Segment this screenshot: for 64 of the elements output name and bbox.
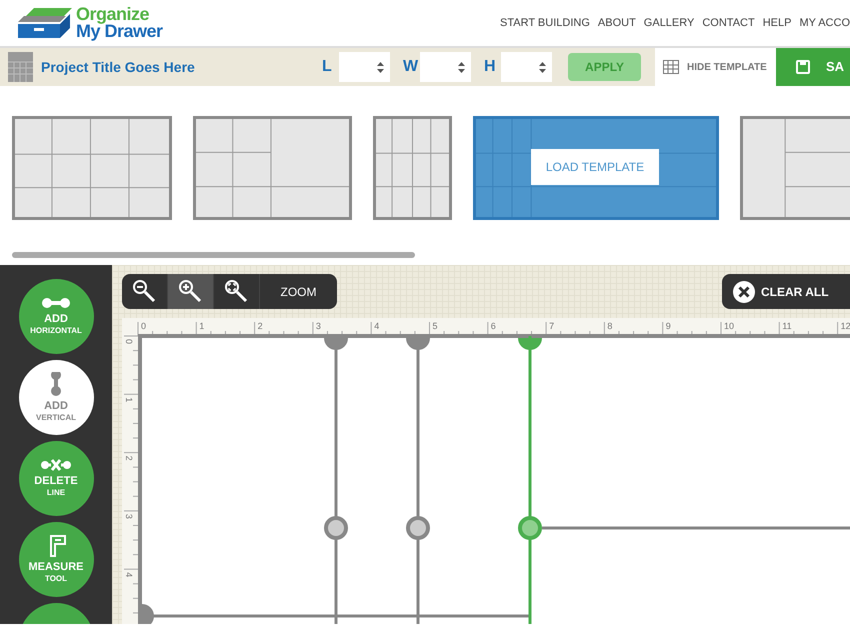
- dimension-label: L: [322, 57, 333, 77]
- template-thumbnail[interactable]: LOAD TEMPLATE: [473, 116, 719, 220]
- divider-line[interactable]: [406, 336, 430, 624]
- ruler-label: 4: [374, 321, 380, 331]
- ruler-label: 9: [666, 321, 671, 331]
- divider-line[interactable]: [518, 336, 542, 624]
- ruler-label: 2: [258, 321, 263, 331]
- template-thumbnail[interactable]: [193, 116, 352, 220]
- project-title[interactable]: Project Title Goes Here: [41, 56, 195, 78]
- ruler-label: 0: [141, 321, 146, 331]
- divider-line[interactable]: [140, 604, 530, 624]
- spinner-icon[interactable]: [458, 62, 465, 72]
- zoom-label: ZOOM: [280, 284, 318, 300]
- nav-link[interactable]: ABOUT: [598, 14, 636, 32]
- scrollbar-thumb[interactable]: [12, 252, 415, 258]
- ruler-label: 4: [124, 572, 134, 578]
- ruler-label: 3: [316, 321, 321, 331]
- nav-link[interactable]: GALLERY: [644, 14, 694, 32]
- tool-button[interactable]: ADD HORIZONTAL: [18, 279, 94, 354]
- nav-link[interactable]: MY ACCO: [799, 14, 850, 32]
- ruler-label: 1: [199, 321, 204, 331]
- grid-icon: [663, 60, 679, 74]
- clear-all-button[interactable]: CLEAR ALL: [722, 274, 850, 309]
- save-button[interactable]: SA: [776, 48, 850, 86]
- dimension-label: W: [403, 57, 417, 77]
- nav-link[interactable]: CONTACT: [702, 14, 755, 32]
- tool-button[interactable]: DELETE LINE: [18, 441, 94, 516]
- tool-button[interactable]: MEASURE TOOL: [18, 522, 94, 597]
- number-field[interactable]: [339, 52, 390, 82]
- ruler-label: 12: [840, 321, 850, 331]
- template-thumbnail[interactable]: [373, 116, 452, 220]
- ruler-label: 7: [549, 321, 554, 331]
- zoom-fit-icon: [224, 280, 248, 304]
- spinner-icon[interactable]: [377, 62, 384, 72]
- ruler-label: 1: [124, 397, 134, 402]
- ruler-label: 0: [124, 339, 134, 344]
- line-icon: [41, 297, 71, 309]
- drawer-logo-icon: [16, 6, 72, 40]
- ruler-label: 3: [124, 514, 134, 519]
- template-thumbnail[interactable]: [740, 116, 850, 220]
- ruler-label: 2: [124, 456, 134, 461]
- ruler-label: 5: [432, 321, 438, 331]
- grid-icon: [8, 52, 33, 82]
- nav-link[interactable]: HELP: [762, 14, 792, 32]
- ruler-label: 11: [782, 321, 792, 331]
- tool-button[interactable]: ADD VERTICAL: [18, 360, 94, 435]
- spinner-icon[interactable]: [539, 62, 546, 72]
- ruler-label: 6: [490, 321, 496, 331]
- template-thumbnail[interactable]: [12, 116, 172, 220]
- load-template-button[interactable]: LOAD TEMPLATE: [531, 149, 659, 185]
- zoom-in-button[interactable]: [168, 274, 214, 309]
- number-field[interactable]: [501, 52, 552, 82]
- close-icon: [733, 280, 755, 302]
- ruler-label: 8: [607, 321, 612, 331]
- nav-link[interactable]: START BUILDING: [500, 14, 590, 32]
- logo-text: Organize: [76, 6, 150, 23]
- logo-text: My Drawer: [76, 23, 163, 40]
- ruler-label: 10: [724, 321, 734, 331]
- number-field[interactable]: [420, 52, 471, 82]
- delete-line-icon: [41, 459, 71, 471]
- divider-line[interactable]: [324, 336, 348, 624]
- zoom-out-icon: [132, 280, 156, 304]
- zoom-in-icon: [178, 280, 202, 304]
- dimension-label: H: [484, 57, 497, 77]
